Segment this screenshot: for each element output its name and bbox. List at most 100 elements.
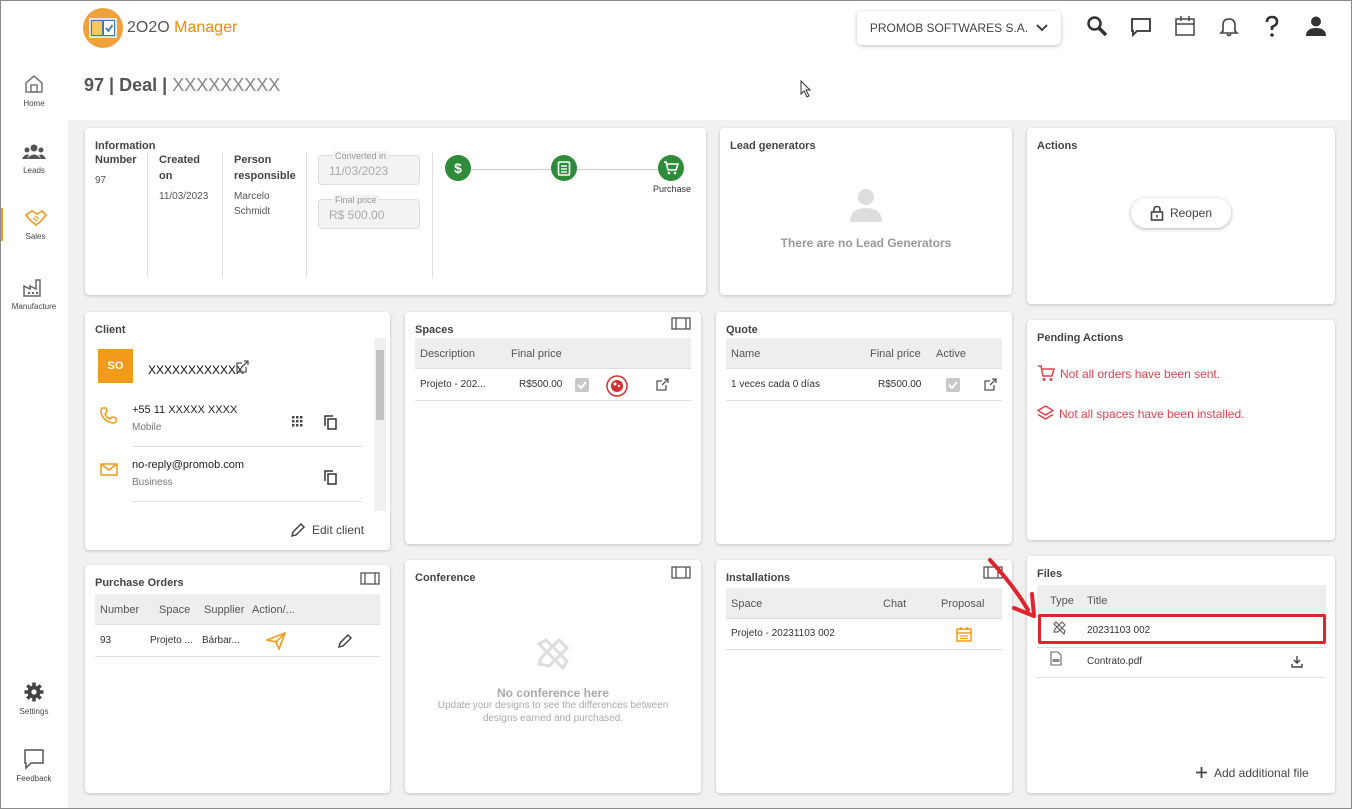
- quote-name[interactable]: 1 veces cada 0 días: [731, 379, 820, 390]
- deal-name: XXXXXXXXX: [172, 75, 281, 95]
- send-icon[interactable]: [266, 632, 286, 650]
- column-header[interactable]: Space: [159, 604, 190, 616]
- installation-space[interactable]: Projeto - 20231103 002: [731, 628, 835, 639]
- sidebar-item-label: Manufacture: [11, 302, 57, 311]
- pending-item[interactable]: Not all spaces have been installed.: [1037, 405, 1244, 422]
- add-file-button[interactable]: Add additional file: [1214, 766, 1309, 780]
- logo-icon: [83, 8, 123, 48]
- table-header: Space Chat Proposal: [726, 588, 1002, 619]
- user-icon[interactable]: [1305, 15, 1327, 37]
- column-header[interactable]: Active: [936, 348, 966, 360]
- column-header[interactable]: Title: [1087, 595, 1107, 607]
- card-title: Conference: [415, 572, 476, 584]
- reopen-button[interactable]: Reopen: [1131, 198, 1231, 228]
- number-label: Number: [95, 154, 137, 166]
- sidebar-item-leads[interactable]: Leads: [0, 142, 68, 175]
- sidebar-item-feedback[interactable]: Feedback: [0, 748, 68, 783]
- external-link-icon[interactable]: [236, 360, 249, 373]
- file-title[interactable]: Contrato.pdf: [1087, 656, 1142, 667]
- columns-icon[interactable]: [671, 566, 691, 579]
- deal-number: 97: [84, 75, 105, 95]
- number-value: 97: [95, 175, 107, 186]
- column-header[interactable]: Space: [731, 598, 762, 610]
- table-row-divider: [1037, 677, 1326, 678]
- step-label: Purchase: [653, 184, 692, 194]
- column-header[interactable]: Final price: [870, 348, 921, 360]
- divider: [306, 152, 307, 278]
- quote-price: R$500.00: [878, 379, 922, 390]
- checkbox-checked-icon[interactable]: [946, 378, 960, 392]
- edit-client-button[interactable]: Edit client: [312, 523, 364, 537]
- columns-icon[interactable]: [360, 572, 380, 585]
- column-header[interactable]: Chat: [883, 598, 906, 610]
- table-row-divider: [415, 400, 691, 401]
- sidebar-item-label: Home: [23, 99, 45, 108]
- purchase-orders-card: Purchase Orders Number Space Supplier Ac…: [85, 565, 390, 793]
- table-row-divider: [1037, 647, 1326, 648]
- bell-icon[interactable]: [1218, 15, 1240, 37]
- sidebar-item-home[interactable]: Home: [0, 73, 68, 108]
- client-name[interactable]: XXXXXXXXXXXX: [148, 363, 244, 377]
- pending-item[interactable]: Not all orders have been sent.: [1037, 365, 1220, 382]
- open-external-icon[interactable]: [984, 378, 997, 391]
- pencil-icon[interactable]: [337, 633, 353, 649]
- deal-type: Deal: [119, 75, 158, 95]
- order-space: Projeto ...: [150, 635, 192, 646]
- sidebar-item-sales[interactable]: Sales: [0, 208, 68, 241]
- column-header[interactable]: Number: [100, 604, 139, 616]
- open-external-icon[interactable]: [656, 378, 669, 391]
- chevron-down-icon: [1036, 24, 1048, 32]
- copy-icon[interactable]: [324, 470, 337, 485]
- chat-bubble-icon: [24, 749, 44, 770]
- scrollbar-thumb[interactable]: [376, 350, 384, 420]
- information-card: Information Number 97 Created on 11/03/2…: [85, 128, 706, 295]
- column-header[interactable]: Final price: [511, 348, 562, 360]
- sidebar-item-settings[interactable]: Settings: [0, 681, 68, 716]
- app-name-part1: 2O2O: [127, 19, 170, 36]
- created-label: Created: [159, 154, 200, 166]
- field-value: 11/03/2023: [329, 164, 389, 178]
- card-title: Information: [95, 140, 156, 152]
- step-cart-icon[interactable]: [658, 155, 684, 181]
- client-avatar: SO: [98, 349, 133, 383]
- pdf-file-icon: [1050, 651, 1062, 666]
- chat-icon[interactable]: [1130, 17, 1152, 37]
- email-icon: [100, 463, 118, 476]
- table-row-divider: [726, 400, 1002, 401]
- dialpad-icon[interactable]: [292, 416, 303, 428]
- search-icon[interactable]: [1086, 15, 1108, 37]
- column-header[interactable]: Supplier: [204, 604, 244, 616]
- calendar-proposal-icon[interactable]: [956, 626, 972, 642]
- title-separator: |: [109, 75, 115, 95]
- copy-icon[interactable]: [324, 415, 337, 430]
- column-header[interactable]: Type: [1050, 595, 1074, 607]
- lead-generators-card: Lead generators There are no Lead Genera…: [720, 128, 1012, 295]
- final-price-field: Final price R$ 500.00: [318, 195, 420, 229]
- columns-icon[interactable]: [671, 317, 691, 330]
- scrollbar[interactable]: [374, 338, 386, 511]
- phone-number: +55 11 XXXXX XXXX: [132, 404, 238, 416]
- render-icon[interactable]: [606, 375, 628, 397]
- company-selector[interactable]: PROMOB SOFTWARES S.A.: [857, 11, 1061, 45]
- help-icon[interactable]: [1262, 15, 1282, 39]
- calendar-icon[interactable]: [1174, 15, 1196, 37]
- step-dollar-icon[interactable]: $: [445, 155, 471, 181]
- app-logo[interactable]: 2O2O Manager: [83, 8, 237, 48]
- sidebar-item-manufacture[interactable]: Manufacture: [0, 276, 68, 311]
- step-clipboard-icon[interactable]: [551, 155, 577, 181]
- person-label: Person: [234, 154, 272, 166]
- card-title: Actions: [1037, 140, 1078, 152]
- column-header[interactable]: Name: [731, 348, 760, 360]
- page-title: 97 | Deal | XXXXXXXXX: [84, 75, 280, 96]
- order-number[interactable]: 93: [100, 635, 111, 646]
- column-header[interactable]: Description: [420, 348, 475, 360]
- download-icon[interactable]: [1291, 655, 1303, 668]
- divider: [147, 152, 148, 278]
- checkbox-checked-icon[interactable]: [575, 378, 589, 392]
- space-description[interactable]: Projeto - 202...: [420, 379, 492, 390]
- top-bar: [68, 0, 1352, 120]
- column-header[interactable]: Proposal: [941, 598, 984, 610]
- pending-actions-card: Pending Actions: [1027, 320, 1335, 540]
- card-title: Quote: [726, 324, 758, 336]
- column-header[interactable]: Action/...: [252, 604, 295, 616]
